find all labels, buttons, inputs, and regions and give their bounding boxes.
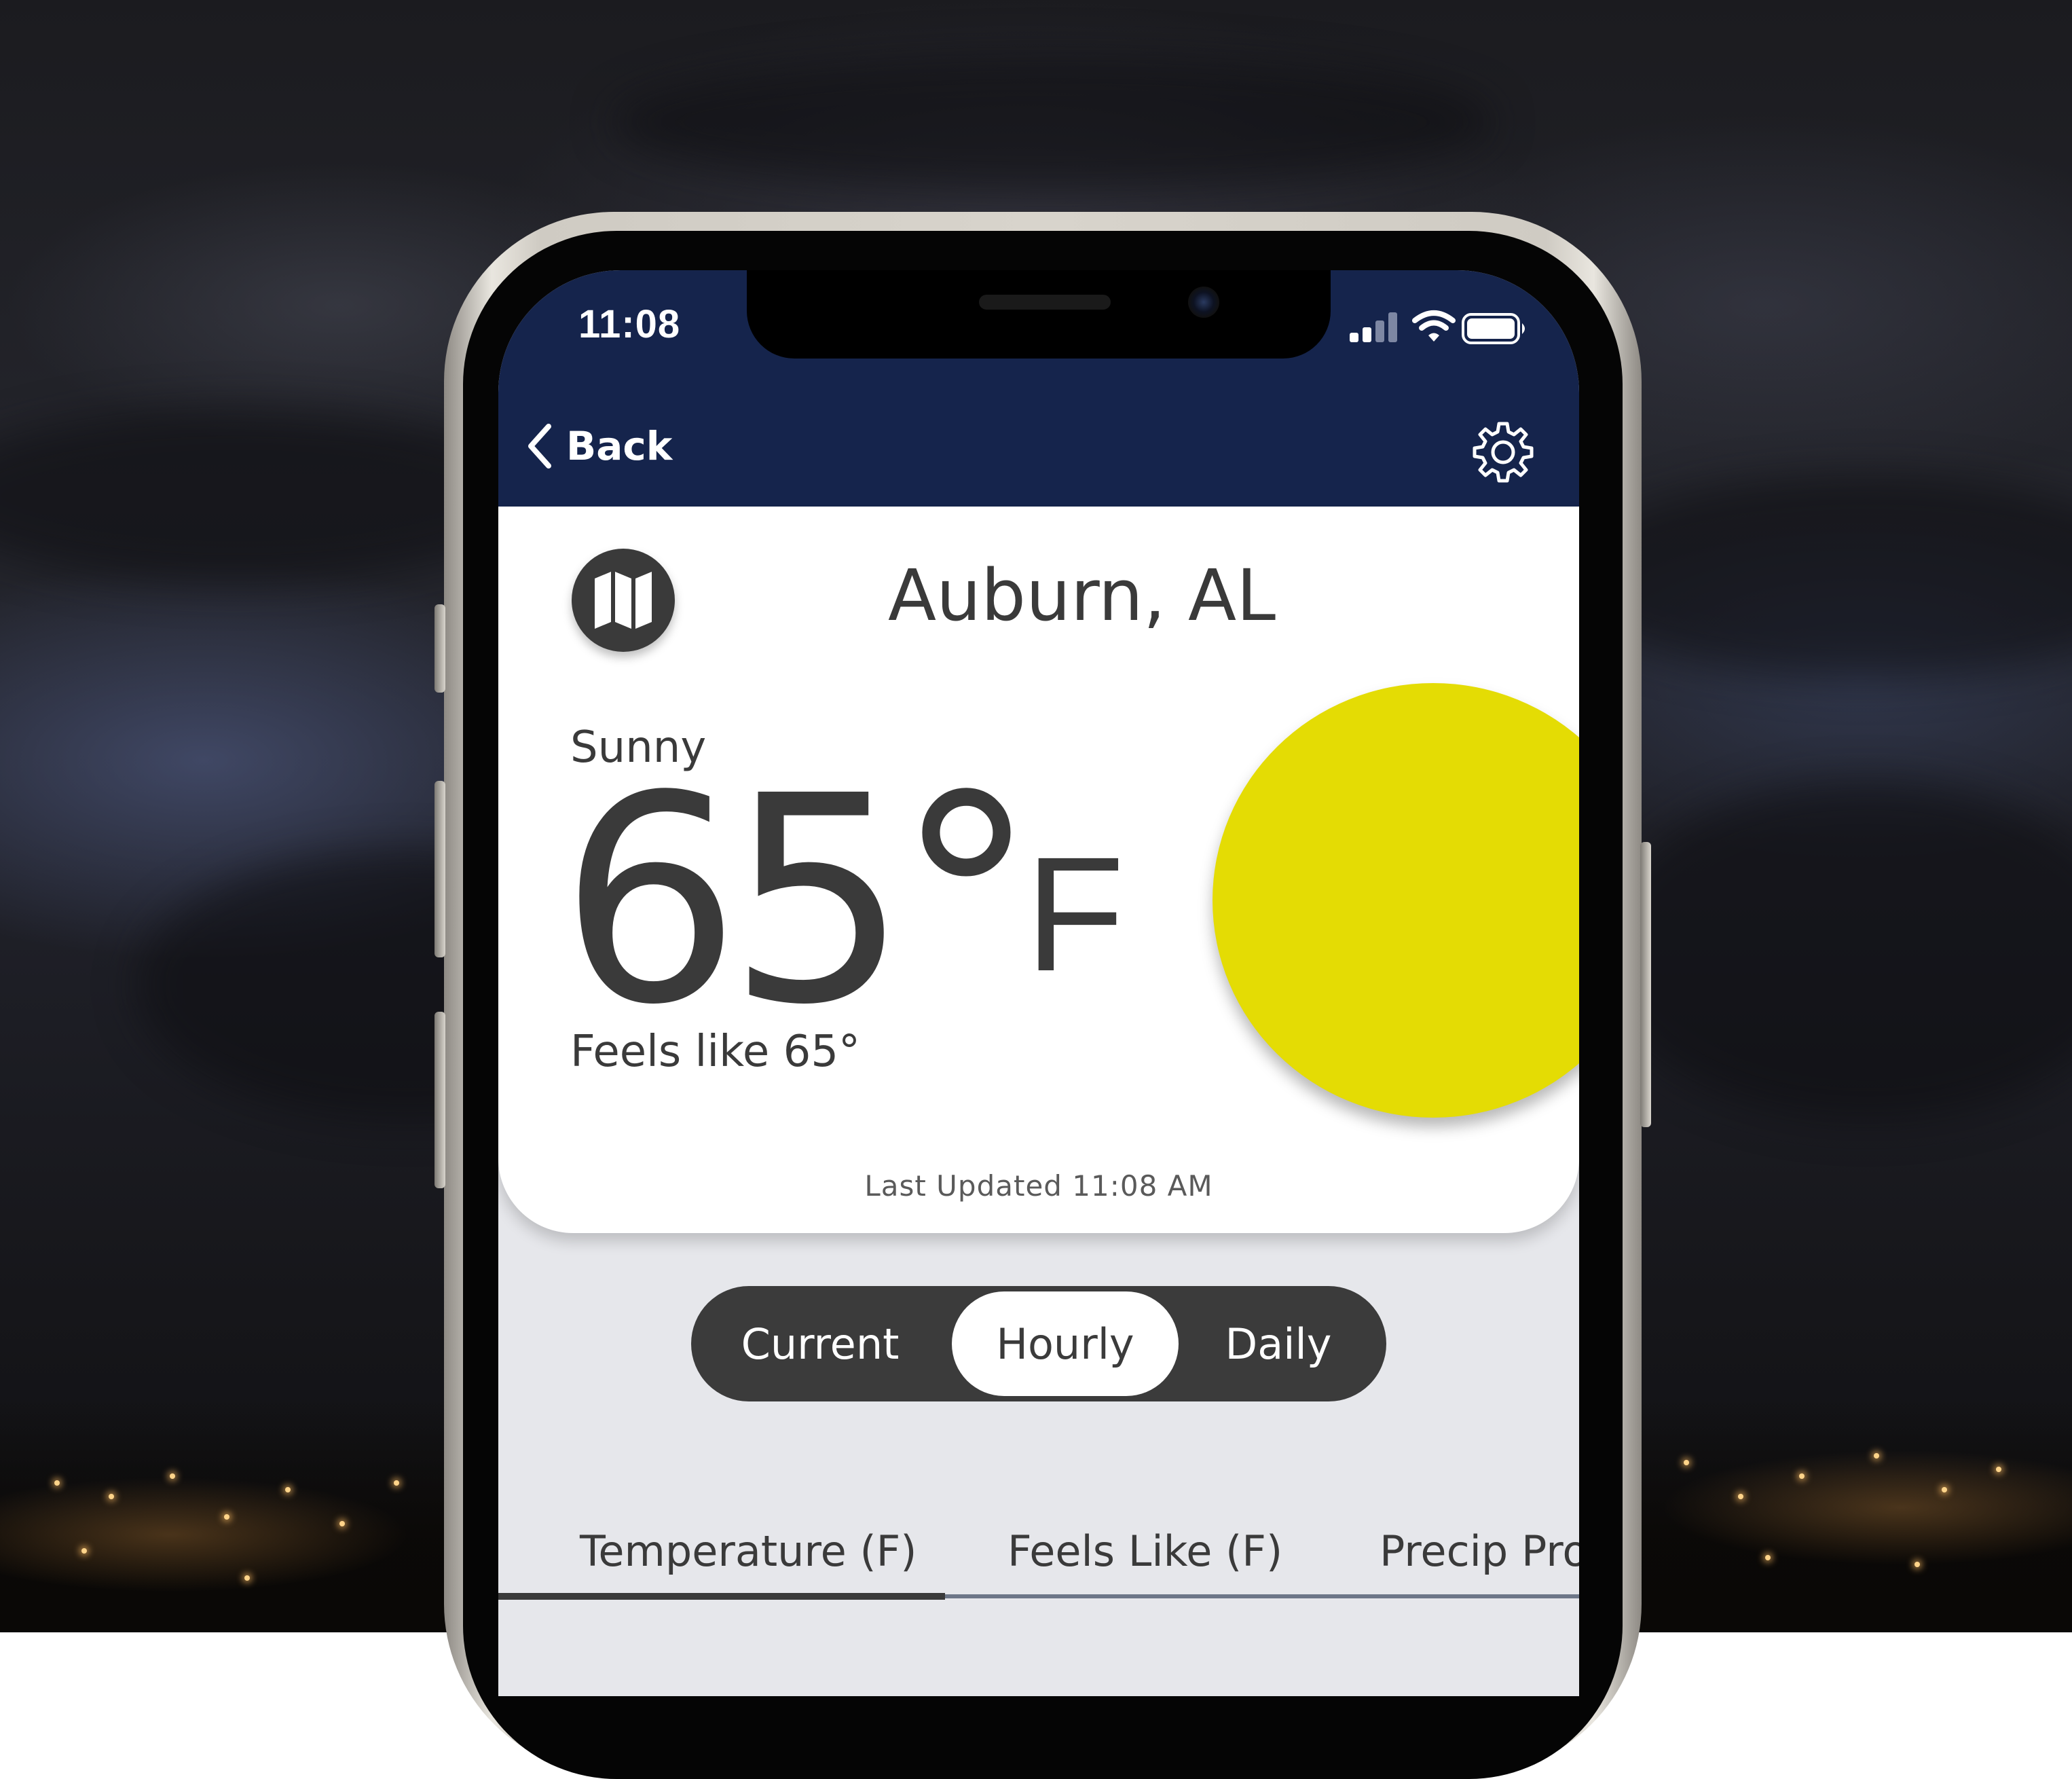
wifi-icon: [1412, 310, 1456, 342]
phone-screen: 11:08 Back Auburn, AL Sunny 65° F Feels …: [498, 270, 1579, 1696]
notch: [747, 270, 1331, 359]
view-segmented-control: Current Hourly Daily: [691, 1286, 1386, 1401]
power-button: [1640, 842, 1651, 1127]
status-icons: [1350, 308, 1540, 349]
map-icon: [595, 572, 652, 629]
app-header: 11:08 Back: [498, 270, 1579, 507]
active-tab-indicator: [498, 1593, 945, 1600]
segment-current[interactable]: Current: [718, 1286, 922, 1401]
city-name: Auburn, AL: [888, 554, 1276, 637]
back-button[interactable]: Back: [527, 416, 672, 477]
earpiece-speaker: [979, 295, 1111, 310]
map-button[interactable]: [572, 549, 675, 652]
cellular-signal-icon: [1350, 312, 1397, 342]
volume-down-button: [434, 1012, 445, 1188]
metric-tab-bar: Temperature (F) Feels Like (F) Precip Pr…: [498, 1492, 1579, 1601]
gear-icon: [1473, 422, 1534, 483]
sun-icon: [1213, 683, 1579, 1118]
battery-icon: [1462, 313, 1525, 344]
segment-daily[interactable]: Daily: [1194, 1286, 1363, 1401]
current-weather-card: Auburn, AL Sunny 65° F Feels like 65° La…: [498, 507, 1579, 1233]
settings-button[interactable]: [1469, 418, 1537, 486]
segment-hourly[interactable]: Hourly: [952, 1291, 1179, 1396]
back-label: Back: [566, 423, 673, 469]
volume-up-button: [434, 781, 445, 957]
tab-feels-like[interactable]: Feels Like (F): [1007, 1526, 1282, 1576]
feels-like-text: Feels like 65°: [570, 1027, 861, 1077]
last-updated-text: Last Updated 11:08 AM: [864, 1169, 1213, 1203]
chevron-left-icon: [528, 424, 551, 469]
tab-temperature[interactable]: Temperature (F): [580, 1526, 917, 1576]
mute-switch: [434, 604, 445, 693]
temperature-value: 65°: [559, 735, 1037, 1067]
temperature-unit: F: [1025, 823, 1125, 1005]
tab-precip-probability[interactable]: Precip Pro: [1380, 1526, 1579, 1576]
status-time: 11:08: [578, 302, 681, 346]
front-camera: [1188, 287, 1219, 318]
